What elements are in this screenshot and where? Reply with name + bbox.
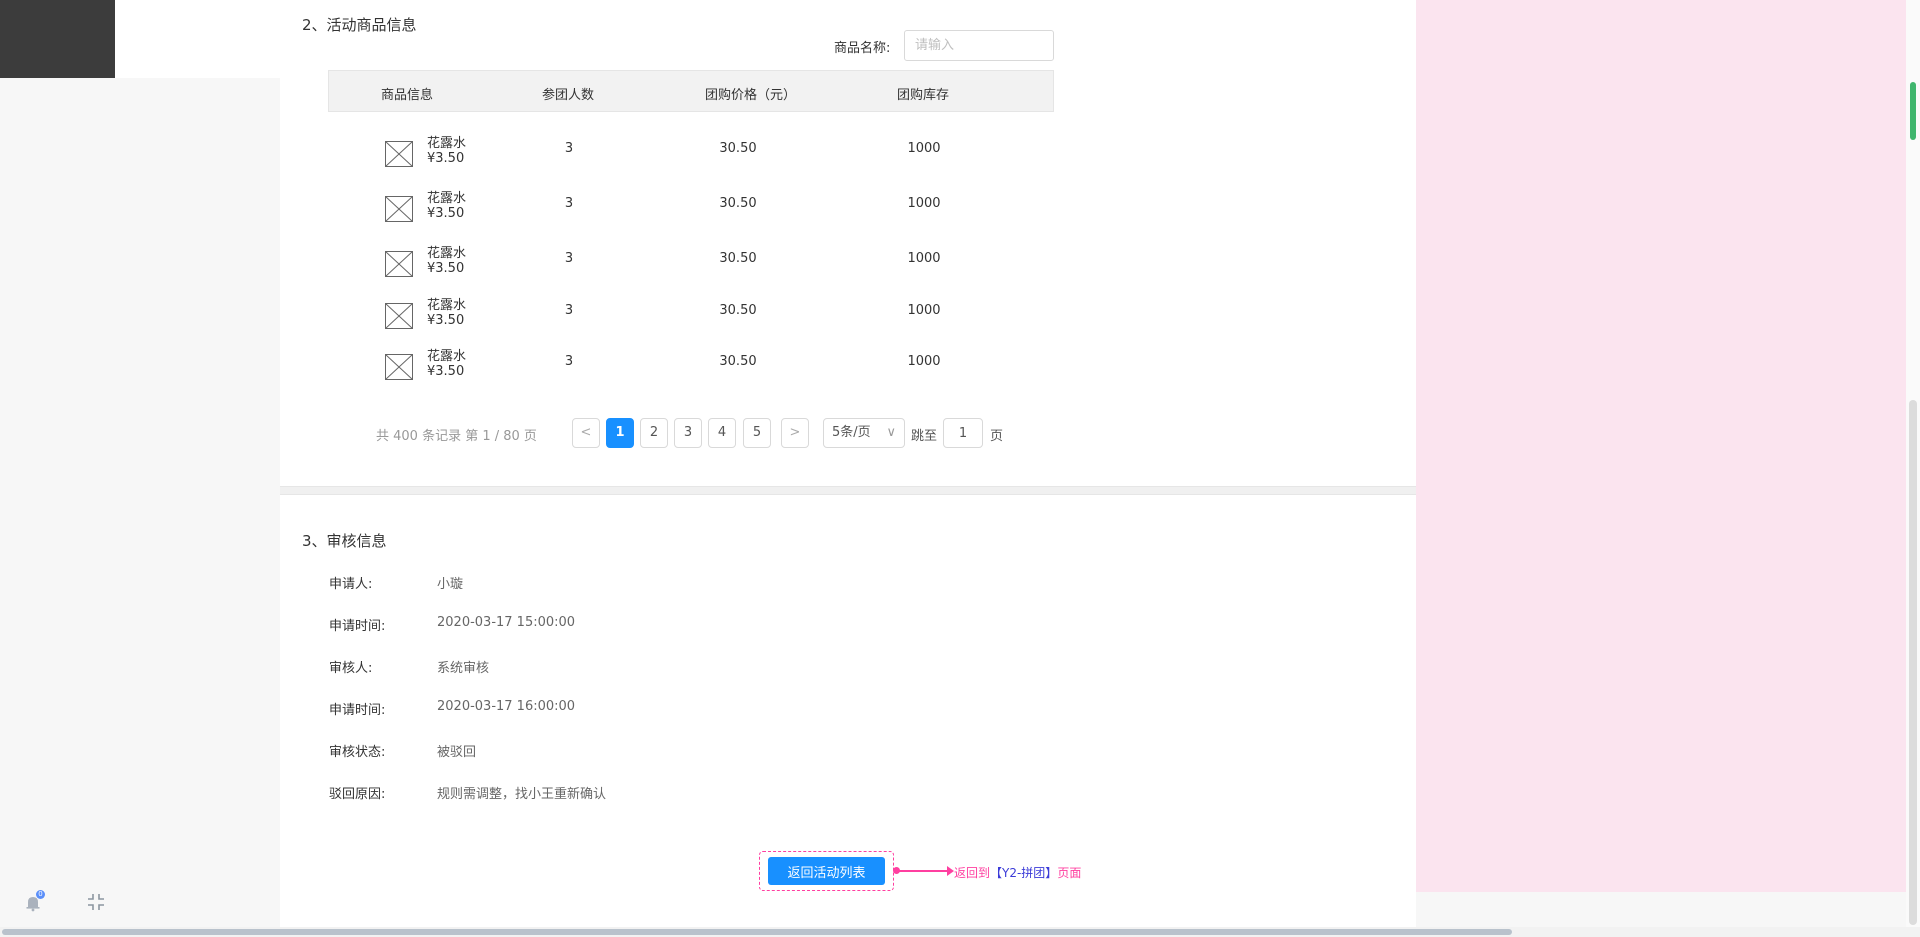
search-label: 商品名称: (834, 41, 891, 56)
apply-time-label: 申请时间: (329, 619, 386, 634)
table-header: 商品信息 参团人数 团购价格（元） 团购库存 (328, 70, 1054, 112)
reject-reason-label: 驳回原因: (329, 787, 386, 802)
horizontal-scrollbar[interactable] (0, 927, 1920, 937)
image-placeholder-icon (385, 354, 413, 380)
review-time-value: 2020-03-17 16:00:00 (437, 699, 576, 714)
horizontal-scroll-thumb[interactable] (2, 929, 1512, 935)
apply-time-value: 2020-03-17 15:00:00 (437, 615, 576, 630)
members-cell: 3 (564, 354, 574, 369)
product-price: ¥3.50 (427, 151, 465, 166)
back-to-activity-list-button[interactable]: 返回活动列表 (768, 857, 885, 885)
table-row: 花露水 ¥3.50 3 30.50 1000 (328, 344, 1054, 394)
audit-status-label: 审核状态: (329, 745, 386, 760)
annotation-arrow-icon (947, 866, 954, 876)
applicant-label: 申请人: (329, 577, 373, 592)
jump-label: 跳至 (911, 429, 938, 444)
image-placeholder-icon (385, 141, 413, 167)
audit-status-value: 被驳回 (437, 745, 477, 760)
product-name: 花露水 (427, 298, 467, 313)
annotation-note: 返回到【Y2-拼团】页面 (954, 864, 1081, 881)
annotation-suffix: 页面 (1057, 866, 1082, 880)
stock-cell: 1000 (907, 303, 941, 318)
products-section-title: 2、活动商品信息 (302, 16, 417, 34)
reviewer-value: 系统审核 (437, 661, 490, 676)
col-header-group-price: 团购价格（元） (705, 88, 797, 103)
annotation-connector-dot (893, 867, 900, 874)
sidebar-background (0, 78, 280, 927)
annotation-target-link: 【Y2-拼团】 (990, 866, 1058, 880)
col-header-stock: 团购库存 (897, 88, 950, 103)
annotation-side-panel (1416, 0, 1906, 892)
pagination-prev-button[interactable]: < (572, 418, 600, 448)
reject-reason-value: 规则需调整，找小王重新确认 (437, 787, 607, 802)
annotation-prefix: 返回到 (954, 866, 991, 880)
table-row: 花露水 ¥3.50 3 30.50 1000 (328, 241, 1054, 291)
pagination-next-button[interactable]: > (781, 418, 809, 448)
pagination-page-1[interactable]: 1 (606, 418, 634, 448)
product-price: ¥3.50 (427, 313, 465, 328)
pagination-page-2[interactable]: 2 (640, 418, 668, 448)
back-button-highlight: 返回活动列表 (759, 851, 894, 891)
members-cell: 3 (564, 303, 574, 318)
col-header-product: 商品信息 (381, 88, 434, 103)
product-name: 花露水 (427, 246, 467, 261)
product-name: 花露水 (427, 349, 467, 364)
pagination-page-4[interactable]: 4 (708, 418, 736, 448)
pagination-page-3[interactable]: 3 (674, 418, 702, 448)
annotation-connector (894, 870, 950, 872)
page-unit-label: 页 (990, 429, 1004, 444)
group-price-cell: 30.50 (719, 303, 757, 318)
sidebar-dark-block (0, 0, 115, 78)
section-divider (280, 486, 1416, 495)
image-placeholder-icon (385, 303, 413, 329)
vertical-scroll-thumb[interactable] (1910, 82, 1916, 140)
group-price-cell: 30.50 (719, 251, 757, 266)
page-size-value: 5条/页 (832, 425, 871, 440)
members-cell: 3 (564, 251, 574, 266)
table-row: 花露水 ¥3.50 3 30.50 1000 (328, 131, 1054, 181)
product-price: ¥3.50 (427, 364, 465, 379)
stock-cell: 1000 (907, 354, 941, 369)
product-name-search-input[interactable] (904, 30, 1054, 61)
chevron-down-icon: ∨ (886, 425, 896, 440)
page-size-select[interactable]: 5条/页 ∨ (823, 418, 905, 448)
applicant-value: 小璇 (437, 577, 464, 592)
product-price: ¥3.50 (427, 261, 465, 276)
product-price: ¥3.50 (427, 206, 465, 221)
product-name: 花露水 (427, 136, 467, 151)
image-placeholder-icon (385, 196, 413, 222)
group-price-cell: 30.50 (719, 141, 757, 156)
table-row: 花露水 ¥3.50 3 30.50 1000 (328, 293, 1054, 343)
review-time-label: 申请时间: (329, 703, 386, 718)
vertical-scrollbar[interactable] (1906, 0, 1920, 927)
sidebar-white-block (115, 0, 280, 78)
audit-section-title: 3、审核信息 (302, 532, 387, 550)
col-header-members: 参团人数 (542, 88, 595, 103)
group-price-cell: 30.50 (719, 354, 757, 369)
members-cell: 3 (564, 141, 574, 156)
side-panel-footer (1416, 892, 1906, 927)
reviewer-label: 审核人: (329, 661, 373, 676)
product-name: 花露水 (427, 191, 467, 206)
stock-cell: 1000 (907, 141, 941, 156)
pagination-total: 共 400 条记录 第 1 / 80 页 (376, 429, 537, 444)
group-price-cell: 30.50 (719, 196, 757, 211)
members-cell: 3 (564, 196, 574, 211)
pagination-page-5[interactable]: 5 (743, 418, 771, 448)
notification-badge: 0 (36, 890, 45, 899)
vertical-scroll-track (1909, 400, 1917, 925)
stock-cell: 1000 (907, 196, 941, 211)
table-row: 花露水 ¥3.50 3 30.50 1000 (328, 186, 1054, 236)
stock-cell: 1000 (907, 251, 941, 266)
exit-fullscreen-icon[interactable] (86, 892, 106, 912)
image-placeholder-icon (385, 251, 413, 277)
jump-page-input[interactable] (943, 418, 983, 448)
